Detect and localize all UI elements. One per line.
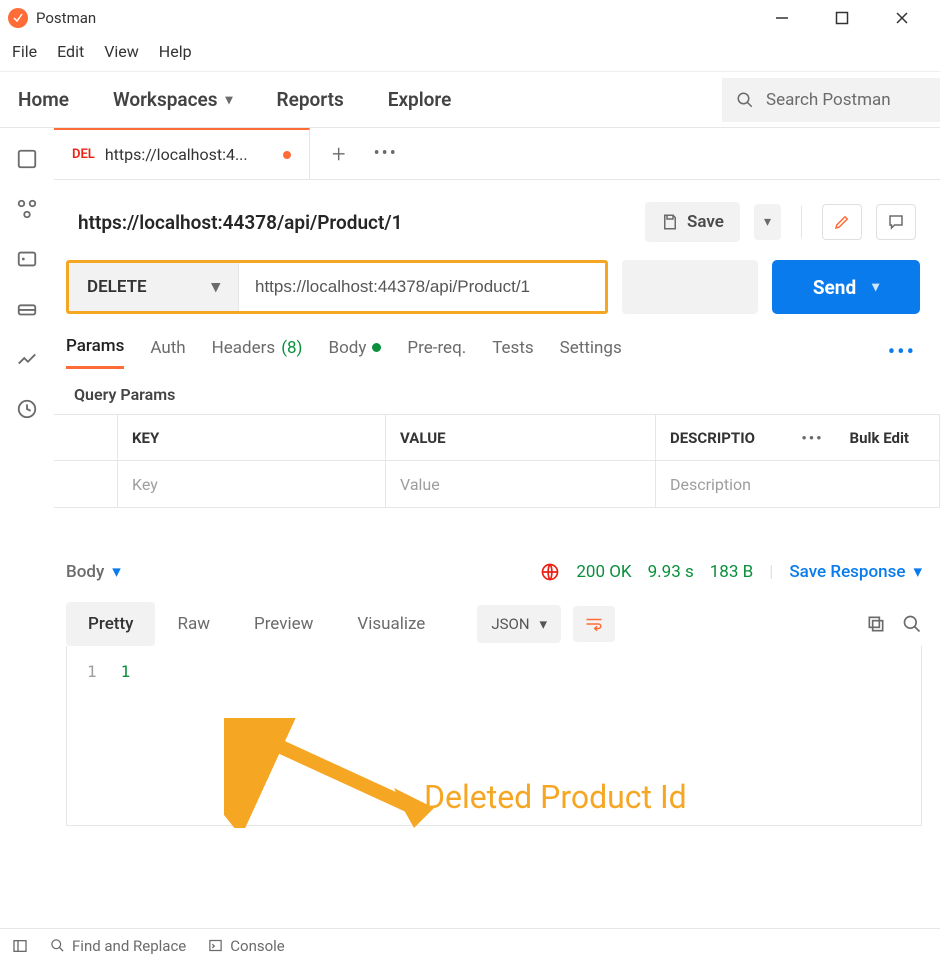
response-format-select[interactable]: JSON ▾ (477, 605, 561, 643)
environments-icon[interactable] (16, 248, 38, 270)
tab-tests[interactable]: Tests (492, 338, 533, 368)
menu-edit[interactable]: Edit (57, 42, 84, 61)
unsaved-dot-icon (283, 151, 291, 159)
bulk-edit-button[interactable]: Bulk Edit (834, 429, 925, 447)
left-sidebar (0, 128, 54, 923)
mock-servers-icon[interactable] (16, 298, 38, 320)
tabstrip: DEL https://localhost:4... + ••• (54, 128, 940, 180)
titlebar: Postman (0, 0, 940, 36)
tab-options-button[interactable]: ••• (374, 143, 398, 164)
close-button[interactable] (884, 4, 920, 32)
search-input[interactable]: Search Postman (722, 78, 940, 122)
response-view-tabs: Pretty Raw Preview Visualize JSON ▾ (66, 602, 922, 646)
response-section-select[interactable]: Body ▾ (66, 562, 121, 582)
sidebar-toggle-button[interactable] (12, 938, 28, 954)
request-tab[interactable]: DEL https://localhost:4... (54, 128, 310, 179)
url-extra-area (622, 260, 758, 314)
tab-method-badge: DEL (72, 147, 95, 162)
table-header-row: KEY VALUE DESCRIPTIO ••• Bulk Edit (54, 415, 940, 461)
tab-headers[interactable]: Headers (8) (212, 338, 303, 368)
chevron-down-icon: ▾ (226, 92, 233, 108)
topnav: Home Workspaces ▾ Reports Explore Search… (0, 71, 940, 127)
resptab-preview[interactable]: Preview (232, 602, 335, 646)
apis-icon[interactable] (16, 198, 38, 220)
response-header: Body ▾ 200 OK 9.93 s 183 B | Save Respon… (66, 562, 922, 582)
minimize-button[interactable] (764, 4, 800, 32)
col-value: VALUE (386, 415, 656, 460)
comment-icon (887, 213, 905, 231)
maximize-button[interactable] (824, 4, 860, 32)
search-icon (736, 91, 754, 109)
history-icon[interactable] (16, 398, 38, 420)
save-icon (661, 213, 679, 231)
chevron-down-icon: ▾ (913, 562, 922, 582)
request-title: https://localhost:44378/api/Product/1 (78, 211, 402, 234)
tab-prereq[interactable]: Pre-req. (407, 338, 466, 368)
value-input[interactable]: Value (386, 461, 656, 507)
status-bar: Find and Replace Console (0, 928, 940, 962)
response-value: 1 (121, 662, 131, 809)
column-options-button[interactable]: ••• (791, 429, 833, 447)
response-size: 183 B (710, 562, 753, 582)
postman-logo-icon (8, 8, 28, 28)
menu-view[interactable]: View (104, 42, 139, 61)
new-tab-button[interactable]: + (332, 140, 346, 168)
url-bar: DELETE ▾ (66, 260, 608, 314)
monitors-icon[interactable] (16, 348, 38, 370)
tab-title: https://localhost:4... (105, 145, 248, 164)
nav-workspaces[interactable]: Workspaces ▾ (113, 88, 233, 111)
nav-explore[interactable]: Explore (388, 88, 452, 111)
save-options-button[interactable]: ▾ (754, 204, 781, 240)
wrap-lines-button[interactable] (573, 606, 615, 642)
response-time: 9.93 s (648, 562, 694, 582)
key-input[interactable]: Key (118, 461, 386, 507)
collections-icon[interactable] (16, 148, 38, 170)
edit-button[interactable] (822, 204, 862, 240)
tab-auth[interactable]: Auth (150, 338, 185, 368)
body-active-dot-icon (372, 343, 381, 352)
menubar: File Edit View Help (0, 36, 940, 71)
query-params-table: KEY VALUE DESCRIPTIO ••• Bulk Edit Key V… (54, 414, 940, 508)
tab-settings[interactable]: Settings (560, 338, 622, 368)
comment-button[interactable] (876, 204, 916, 240)
chevron-down-icon: ▾ (211, 277, 220, 297)
request-subtabs: Params Auth Headers (8) Body Pre-req. Te… (54, 314, 940, 369)
url-input[interactable] (239, 263, 605, 311)
tab-params[interactable]: Params (66, 336, 124, 369)
resptab-visualize[interactable]: Visualize (335, 602, 447, 646)
network-icon[interactable] (540, 562, 560, 582)
annotation-label: Deleted Product Id (424, 778, 687, 816)
send-button[interactable]: Send ▾ (772, 260, 920, 314)
resptab-raw[interactable]: Raw (155, 602, 232, 646)
save-response-button[interactable]: Save Response ▾ (789, 562, 922, 582)
search-placeholder: Search Postman (766, 90, 891, 110)
resptab-pretty[interactable]: Pretty (66, 602, 155, 646)
nav-reports[interactable]: Reports (277, 88, 344, 111)
menu-help[interactable]: Help (159, 42, 192, 61)
chevron-down-icon: ▾ (872, 279, 879, 295)
console-button[interactable]: Console (208, 937, 285, 955)
tab-body[interactable]: Body (328, 338, 381, 368)
menu-file[interactable]: File (12, 42, 37, 61)
chevron-down-icon: ▾ (112, 562, 121, 582)
col-description: DESCRIPTIO (670, 429, 755, 447)
col-key: KEY (118, 415, 386, 460)
search-response-button[interactable] (902, 614, 922, 634)
request-options-button[interactable]: ••• (888, 340, 916, 365)
method-select[interactable]: DELETE ▾ (69, 263, 239, 311)
divider (801, 206, 802, 238)
line-number: 1 (87, 662, 97, 809)
find-replace-button[interactable]: Find and Replace (50, 937, 186, 955)
table-row[interactable]: Key Value Description (54, 461, 940, 507)
query-params-heading: Query Params (54, 369, 940, 414)
pencil-icon (833, 213, 851, 231)
chevron-down-icon: ▾ (540, 615, 548, 633)
copy-response-button[interactable] (866, 614, 886, 634)
response-status: 200 OK (576, 562, 631, 582)
nav-home[interactable]: Home (18, 88, 69, 111)
save-button[interactable]: Save (645, 202, 740, 242)
description-input[interactable]: Description (656, 461, 940, 507)
window-title: Postman (36, 9, 96, 27)
